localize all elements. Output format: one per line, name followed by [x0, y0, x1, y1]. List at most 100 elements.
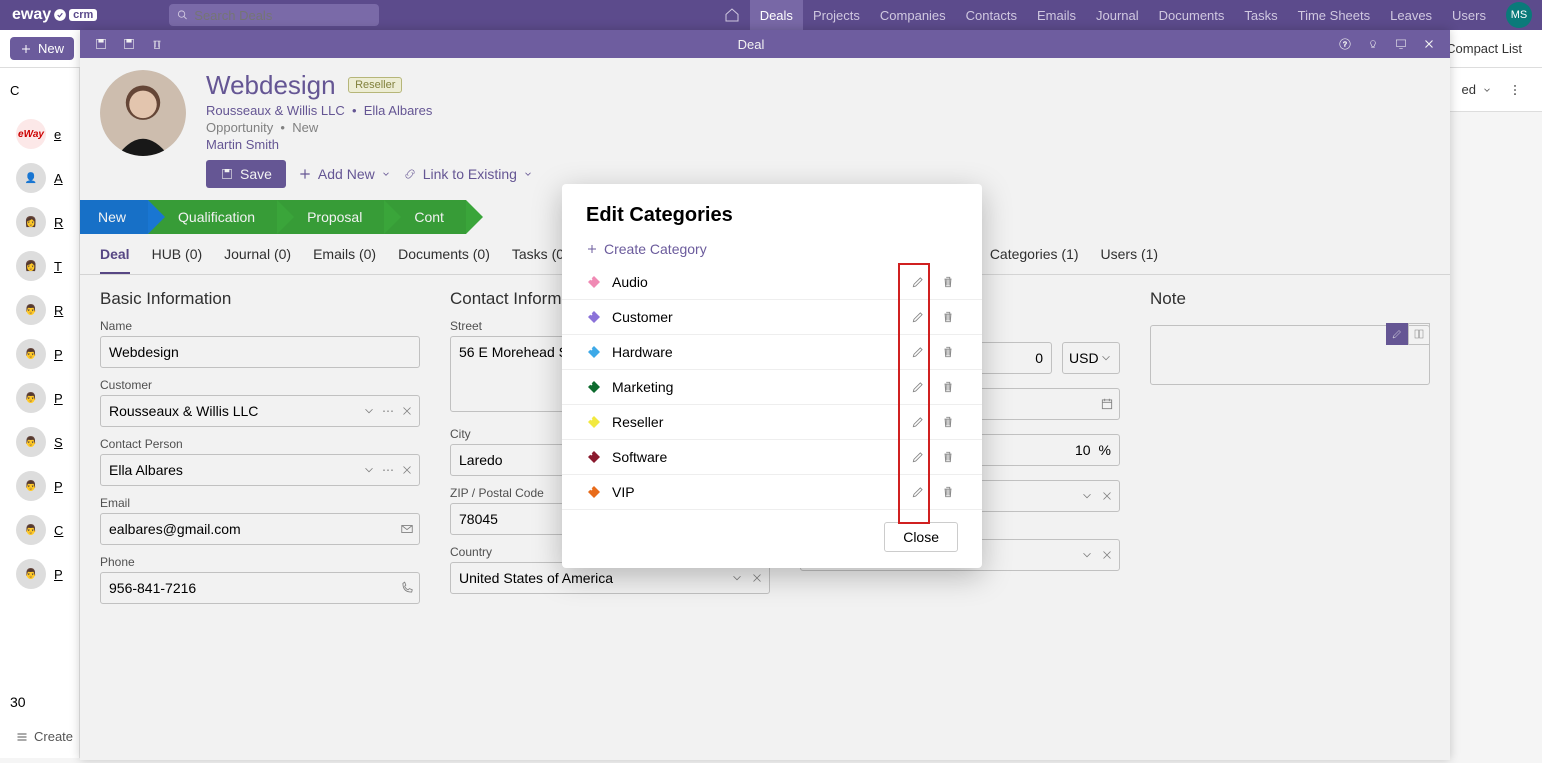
sidebar-row[interactable]: 👨C	[0, 508, 79, 552]
deal-owner[interactable]: Martin Smith	[206, 137, 533, 152]
sidebar-row[interactable]: 👨R	[0, 288, 79, 332]
help-icon[interactable]: ?	[1338, 37, 1352, 51]
delete-category-icon[interactable]	[938, 412, 958, 432]
deal-actions: Save Add New Link to Existing	[206, 160, 533, 188]
nav-tasks[interactable]: Tasks	[1234, 0, 1287, 30]
nav-timesheets[interactable]: Time Sheets	[1288, 0, 1381, 30]
edit-category-icon[interactable]	[908, 482, 928, 502]
tab-hub[interactable]: HUB (0)	[152, 246, 203, 274]
edit-category-icon[interactable]	[908, 447, 928, 467]
new-button[interactable]: New	[10, 37, 74, 60]
envelope-icon[interactable]	[400, 522, 414, 536]
nav-companies[interactable]: Companies	[870, 0, 956, 30]
more-icon[interactable]: ⋯	[382, 404, 394, 418]
sidebar-row[interactable]: 👤A	[0, 156, 79, 200]
sidebar-row[interactable]: 👨S	[0, 420, 79, 464]
monitor-icon[interactable]	[1394, 37, 1408, 51]
list-item-label: P	[46, 347, 63, 362]
edit-category-icon[interactable]	[908, 307, 928, 327]
search-icon	[177, 9, 188, 21]
delete-category-icon[interactable]	[938, 272, 958, 292]
currency-select[interactable]: USD	[1062, 342, 1120, 374]
list-item-label: e	[46, 127, 61, 142]
more-icon[interactable]: ⋯	[382, 463, 394, 477]
edit-category-icon[interactable]	[908, 342, 928, 362]
stage-qualification[interactable]: Qualification	[148, 200, 277, 234]
tab-tasks[interactable]: Tasks (0)	[512, 246, 569, 274]
left-sidebar: C eWaye 👤A 👩R 👩T 👨R 👨P 👨P 👨S 👨P 👨C 👨P 30…	[0, 68, 80, 758]
sidebar-create[interactable]: Create	[16, 729, 73, 744]
clear-icon[interactable]	[400, 404, 414, 418]
note-layout-icon[interactable]	[1408, 323, 1430, 345]
currency-label: USD	[1069, 350, 1099, 366]
save-icon[interactable]	[94, 37, 108, 51]
search-box[interactable]	[169, 4, 379, 26]
nav-documents[interactable]: Documents	[1149, 0, 1235, 30]
chevron-down-icon[interactable]	[362, 404, 376, 418]
tab-emails[interactable]: Emails (0)	[313, 246, 376, 274]
name-field[interactable]	[100, 336, 420, 368]
edit-category-icon[interactable]	[908, 412, 928, 432]
tab-journal[interactable]: Journal (0)	[224, 246, 291, 274]
sidebar-row[interactable]: 👨P	[0, 552, 79, 596]
close-button[interactable]: Close	[884, 522, 958, 552]
compact-list-toggle[interactable]: Compact List	[1446, 41, 1532, 56]
delete-category-icon[interactable]	[938, 342, 958, 362]
close-icon[interactable]	[1422, 37, 1436, 51]
dropdown-ed[interactable]: ed	[1462, 82, 1532, 97]
chevron-down-icon[interactable]	[730, 571, 744, 585]
add-new-button[interactable]: Add New	[298, 166, 391, 182]
delete-category-icon[interactable]	[938, 377, 958, 397]
chevron-down-icon[interactable]	[1080, 489, 1094, 503]
sidebar-row[interactable]: eWaye	[0, 112, 79, 156]
prob-unit: %	[1099, 442, 1111, 458]
sidebar-row[interactable]: 👨P	[0, 332, 79, 376]
nav-contacts[interactable]: Contacts	[956, 0, 1027, 30]
search-input[interactable]	[194, 8, 371, 23]
clear-icon[interactable]	[1100, 548, 1114, 562]
delete-category-icon[interactable]	[938, 482, 958, 502]
note-edit-icon[interactable]	[1386, 323, 1408, 345]
nav-emails[interactable]: Emails	[1027, 0, 1086, 30]
nav-leaves[interactable]: Leaves	[1380, 0, 1442, 30]
sidebar-row[interactable]: 👨P	[0, 464, 79, 508]
delete-category-icon[interactable]	[938, 307, 958, 327]
lightbulb-icon[interactable]	[1366, 37, 1380, 51]
save-button[interactable]: Save	[206, 160, 286, 188]
edit-category-icon[interactable]	[908, 377, 928, 397]
chevron-down-icon[interactable]	[1080, 548, 1094, 562]
clear-icon[interactable]	[400, 463, 414, 477]
deal-company[interactable]: Rousseaux & Willis LLC	[206, 103, 345, 118]
tab-documents[interactable]: Documents (0)	[398, 246, 490, 274]
delete-category-icon[interactable]	[938, 447, 958, 467]
clear-icon[interactable]	[1100, 489, 1114, 503]
tab-users[interactable]: Users (1)	[1101, 246, 1159, 274]
sidebar-row[interactable]: 👩T	[0, 244, 79, 288]
tab-deal[interactable]: Deal	[100, 246, 130, 274]
calendar-icon[interactable]	[1100, 397, 1114, 411]
stage-new[interactable]: New	[80, 200, 148, 234]
nav-users[interactable]: Users	[1442, 0, 1496, 30]
link-existing-button[interactable]: Link to Existing	[403, 166, 533, 182]
sidebar-row[interactable]: 👨P	[0, 376, 79, 420]
delete-icon[interactable]	[150, 37, 164, 51]
list-item-label: A	[46, 171, 63, 186]
phone-icon[interactable]	[400, 581, 414, 595]
phone-field[interactable]	[100, 572, 420, 604]
sidebar-row[interactable]: C	[0, 68, 79, 112]
save-as-icon[interactable]	[122, 37, 136, 51]
sidebar-row[interactable]: 👩R	[0, 200, 79, 244]
email-field[interactable]	[100, 513, 420, 545]
home-icon[interactable]	[724, 7, 740, 23]
nav-deals[interactable]: Deals	[750, 0, 803, 30]
kebab-icon[interactable]	[1508, 83, 1522, 97]
tab-categories[interactable]: Categories (1)	[990, 246, 1079, 274]
edit-category-icon[interactable]	[908, 272, 928, 292]
deal-contact[interactable]: Ella Albares	[364, 103, 433, 118]
create-category-button[interactable]: Create Category	[562, 237, 982, 265]
user-avatar[interactable]: MS	[1506, 2, 1532, 28]
nav-journal[interactable]: Journal	[1086, 0, 1149, 30]
chevron-down-icon[interactable]	[362, 463, 376, 477]
nav-projects[interactable]: Projects	[803, 0, 870, 30]
clear-icon[interactable]	[750, 571, 764, 585]
